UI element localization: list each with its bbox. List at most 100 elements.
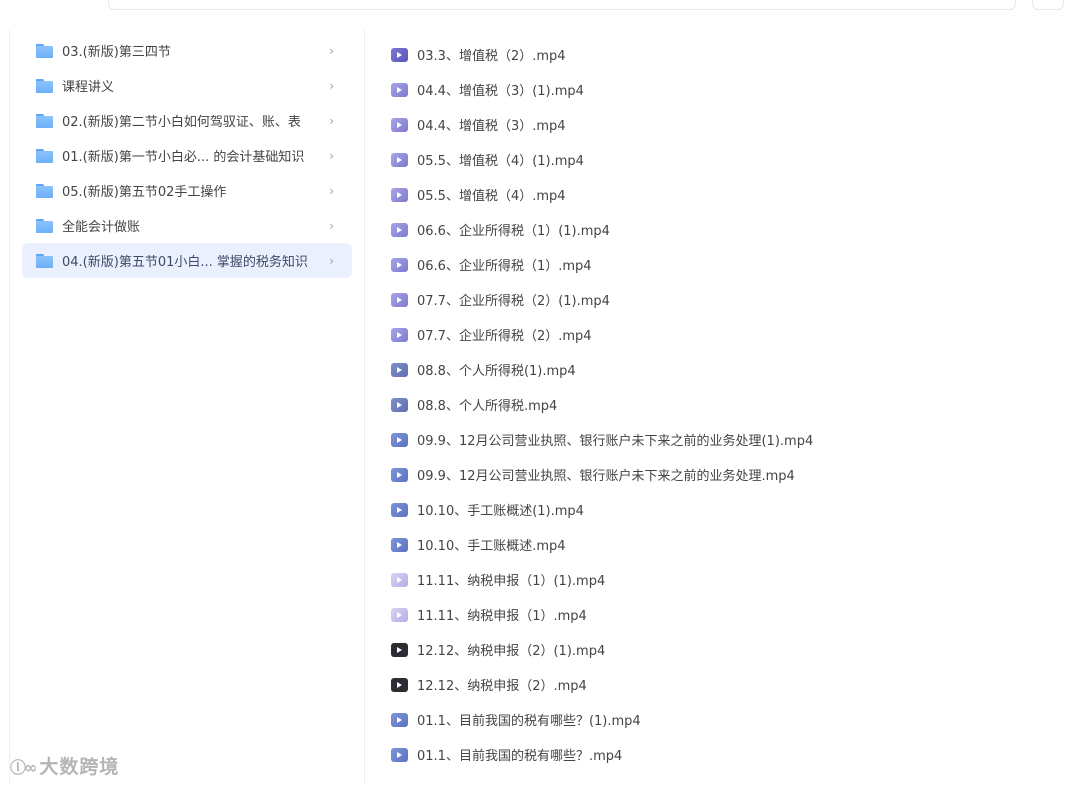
file-item[interactable]: 01.1、目前我国的税有哪些？.mp4 (382, 737, 1062, 772)
chevron-right-icon[interactable]: › (329, 184, 334, 198)
folder-icon (36, 218, 53, 233)
toolbar-item-label: 收藏 (717, 0, 741, 2)
video-file-icon (391, 397, 408, 412)
video-file-icon (391, 152, 408, 167)
video-file-icon (391, 117, 408, 132)
chevron-right-icon[interactable]: › (329, 149, 334, 163)
file-item[interactable]: 01.1、目前我国的税有哪些？(1).mp4 (382, 702, 1062, 737)
folder-item[interactable]: 课程讲义 › (22, 68, 352, 103)
watermark: ⓛ∞ 大数跨境 (10, 752, 119, 779)
file-item[interactable]: 11.11、纳税申报（1）.mp4 (382, 597, 1062, 632)
file-name: 11.11、纳税申报（1）.mp4 (417, 609, 587, 624)
toolbar-item-label: 下载 (141, 0, 165, 2)
folder-item[interactable]: 全能会计做账 › (22, 208, 352, 243)
toolbar-item-label: 分享 (201, 0, 225, 2)
chevron-right-icon[interactable]: › (329, 254, 334, 268)
folder-icon (36, 148, 53, 163)
file-name: 10.10、手工账概述.mp4 (417, 539, 566, 554)
file-name: 04.4、增值税（3）.mp4 (417, 119, 566, 134)
folder-label: 05.(新版)第五节02手工操作 (62, 185, 227, 200)
folder-item[interactable]: 05.(新版)第五节02手工操作 › (22, 173, 352, 208)
toolbar-item[interactable]: 批量操作 (755, 0, 833, 4)
folder-item[interactable]: 04.(新版)第五节01小白... 掌握的税务知识 › (22, 243, 352, 278)
file-item[interactable]: 07.7、企业所得税（2）(1).mp4 (382, 282, 1062, 317)
file-name: 03.3、增值税（2）.mp4 (417, 49, 566, 64)
folder-item[interactable]: 02.(新版)第二节小白如何驾驭证、账、表 › (22, 103, 352, 138)
chevron-right-icon[interactable]: › (329, 219, 334, 233)
file-item[interactable]: 08.8、个人所得税.mp4 (382, 387, 1062, 422)
toolbar-item[interactable]: 转存到我的网盘 (239, 0, 353, 4)
file-name: 12.12、纳税申报（2）(1).mp4 (417, 644, 606, 659)
folder-label: 课程讲义 (62, 80, 115, 95)
file-name: 11.11、纳税申报（1）(1).mp4 (417, 574, 606, 589)
file-list: 03.3、增值税（2）.mp4 04.4、增值税（3）(1).mp4 04.4、增值… (382, 37, 1062, 772)
file-name: 05.5、增值税（4）.mp4 (417, 189, 566, 204)
file-item[interactable]: 08.8、个人所得税(1).mp4 (382, 352, 1062, 387)
chevron-right-icon[interactable]: › (329, 44, 334, 58)
file-item[interactable]: 12.12、纳税申报（2）(1).mp4 (382, 632, 1062, 667)
file-name: 01.1、目前我国的税有哪些？(1).mp4 (417, 714, 641, 729)
toolbar-item-label: 重命名 (561, 0, 597, 2)
file-browser: 下载 分享 转存到我的网盘 复制 移动 删除 重命名 在线播放 收藏 批量操作 详细信息 03.(新… (0, 0, 1076, 785)
toolbar-item-label: 批量操作 (777, 0, 825, 2)
chevron-right-icon[interactable]: › (329, 79, 334, 93)
chevron-right-icon[interactable]: › (329, 114, 334, 128)
toolbar-item-label: 详细信息 (861, 0, 909, 2)
folder-icon (36, 183, 53, 198)
file-item[interactable]: 09.9、12月公司营业执照、银行账户未下来之前的业务处理.mp4 (382, 457, 1062, 492)
toolbar-item-label: 删除 (501, 0, 525, 2)
toolbar-item[interactable]: 删除 (479, 0, 533, 4)
toolbar-item[interactable]: 分享 (179, 0, 233, 4)
video-file-icon (391, 292, 408, 307)
folder-label: 03.(新版)第三四节 (62, 45, 171, 60)
folder-item[interactable]: 03.(新版)第三四节 › (22, 33, 352, 68)
file-item[interactable]: 11.11、纳税申报（1）(1).mp4 (382, 562, 1062, 597)
video-file-icon (391, 677, 408, 692)
toolbar-item[interactable]: 收藏 (695, 0, 749, 4)
toolbar-menu-button[interactable] (1032, 0, 1064, 10)
pane-divider[interactable] (364, 30, 365, 785)
panel-border (9, 30, 10, 785)
folder-icon (36, 43, 53, 58)
file-item[interactable]: 05.5、增值税（4）(1).mp4 (382, 142, 1062, 177)
watermark-logo: ⓛ∞ (10, 757, 37, 777)
watermark-text: 大数跨境 (39, 756, 120, 778)
toolbar-item[interactable]: 详细信息 (839, 0, 917, 4)
file-name: 09.9、12月公司营业执照、银行账户未下来之前的业务处理.mp4 (417, 469, 795, 484)
file-item[interactable]: 10.10、手工账概述.mp4 (382, 527, 1062, 562)
toolbar-item[interactable]: 重命名 (539, 0, 605, 4)
file-name: 05.5、增值税（4）(1).mp4 (417, 154, 584, 169)
file-item[interactable]: 06.6、企业所得税（1）(1).mp4 (382, 212, 1062, 247)
folder-label: 01.(新版)第一节小白必... 的会计基础知识 (62, 150, 305, 165)
file-item[interactable]: 12.12、纳税申报（2）.mp4 (382, 667, 1062, 702)
video-file-icon (391, 327, 408, 342)
file-item[interactable]: 06.6、企业所得税（1）.mp4 (382, 247, 1062, 282)
file-item[interactable]: 04.4、增值税（3）.mp4 (382, 107, 1062, 142)
file-item[interactable]: 04.4、增值税（3）(1).mp4 (382, 72, 1062, 107)
toolbar-item-label: 在线播放 (633, 0, 681, 2)
video-file-icon (391, 187, 408, 202)
file-item[interactable]: 09.9、12月公司营业执照、银行账户未下来之前的业务处理(1).mp4 (382, 422, 1062, 457)
video-file-icon (391, 222, 408, 237)
folder-icon (36, 113, 53, 128)
video-file-icon (391, 502, 408, 517)
video-file-icon (391, 642, 408, 657)
folder-item[interactable]: 01.(新版)第一节小白必... 的会计基础知识 › (22, 138, 352, 173)
toolbar-item[interactable]: 下载 (119, 0, 173, 4)
toolbar-item[interactable]: 复制 (359, 0, 413, 4)
video-file-icon (391, 82, 408, 97)
toolbar-item[interactable]: 在线播放 (611, 0, 689, 4)
file-name: 06.6、企业所得税（1）(1).mp4 (417, 224, 610, 239)
file-item[interactable]: 10.10、手工账概述(1).mp4 (382, 492, 1062, 527)
file-item[interactable]: 07.7、企业所得税（2）.mp4 (382, 317, 1062, 352)
folder-icon (36, 78, 53, 93)
file-name: 01.1、目前我国的税有哪些？.mp4 (417, 749, 623, 764)
video-file-icon (391, 47, 408, 62)
toolbar-item[interactable]: 移动 (419, 0, 473, 4)
video-file-icon (391, 607, 408, 622)
video-file-icon (391, 432, 408, 447)
file-item[interactable]: 03.3、增值税（2）.mp4 (382, 37, 1062, 72)
folder-icon (36, 253, 53, 268)
folder-tree: 03.(新版)第三四节 › 课程讲义 › 02.(新版)第二节小白如何驾驭证、账、表 › 0… (22, 33, 352, 278)
file-item[interactable]: 05.5、增值税（4）.mp4 (382, 177, 1062, 212)
